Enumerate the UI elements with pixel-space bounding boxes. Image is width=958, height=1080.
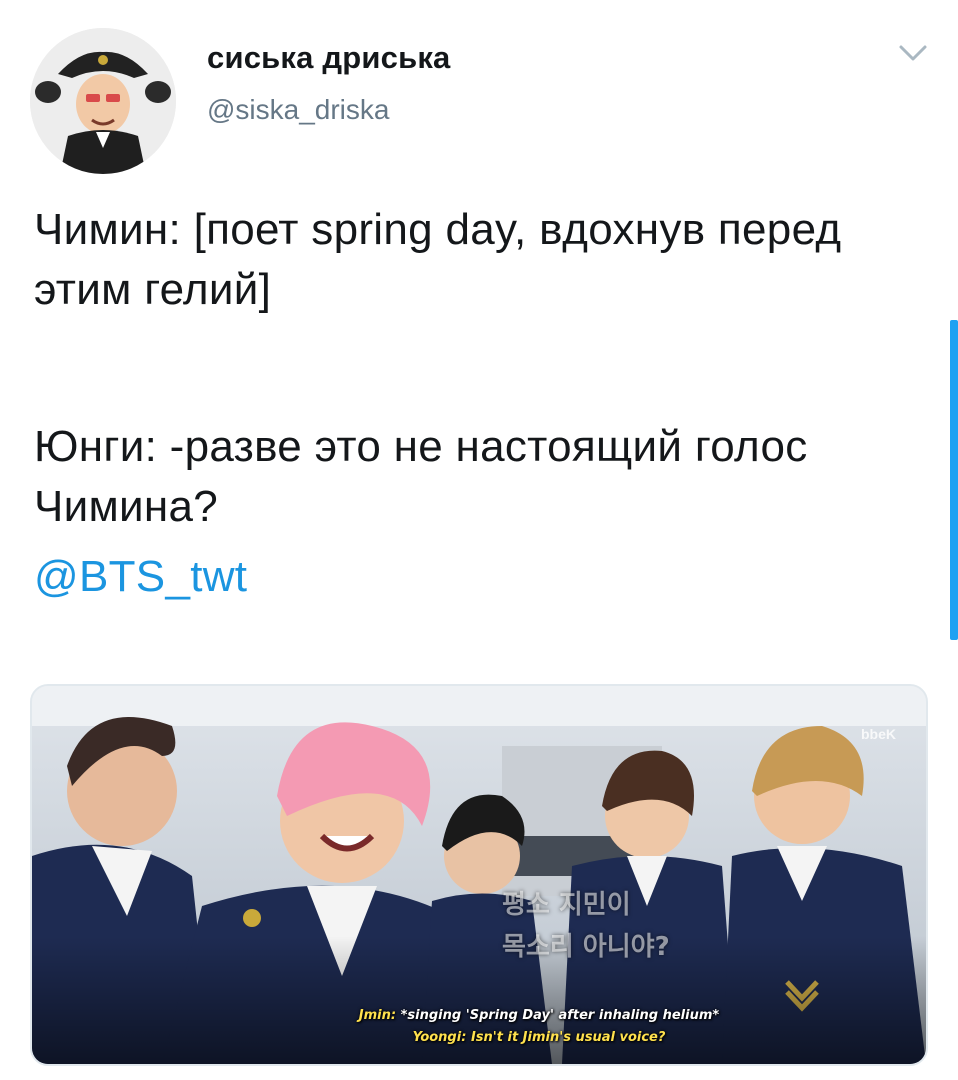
korean-subtitle-line-1: 평소 지민이 <box>502 890 631 920</box>
caption-speaker-2: Yoongi: <box>412 1030 467 1045</box>
user-avatar[interactable] <box>30 28 176 174</box>
caption-text-1: *singing 'Spring Day' after inhaling hel… <box>400 1008 720 1023</box>
avatar-image <box>30 28 176 174</box>
caption-line-2: Yoongi: Isn't it Jimin's usual voice? <box>92 1030 926 1045</box>
caption-speaker-1: Jmin: <box>358 1008 397 1023</box>
tweet-text-line-1: Чимин: [поет spring day, вдохнув перед э… <box>34 205 842 314</box>
korean-subtitle: 평소 지민이 목소리 아니야? <box>502 884 670 968</box>
media-watermark: bbeK <box>861 726 896 742</box>
chevron-down-icon[interactable] <box>893 38 933 68</box>
mention-link[interactable]: @BTS_twt <box>34 547 247 607</box>
caption-text-2: Isn't it Jimin's usual voice? <box>470 1030 666 1045</box>
user-handle[interactable]: @siska_driska <box>207 94 389 126</box>
tweet-media-image[interactable]: bbeK 평소 지민이 목소리 아니야? Jmin: *singing 'Spr… <box>30 684 928 1066</box>
tweet-text: Чимин: [поет spring day, вдохнув перед э… <box>34 200 934 607</box>
scrollbar[interactable] <box>950 320 958 640</box>
display-name[interactable]: сиська дриська <box>207 40 451 76</box>
caption-line-1: Jmin: *singing 'Spring Day' after inhali… <box>92 1008 926 1023</box>
korean-subtitle-line-2: 목소리 아니야? <box>502 932 670 962</box>
tweet-card: сиська дриська @siska_driska Чимин: [пое… <box>0 0 958 1080</box>
tweet-text-line-2: Юнги: -разве это не настоящий голос Чими… <box>34 422 808 531</box>
